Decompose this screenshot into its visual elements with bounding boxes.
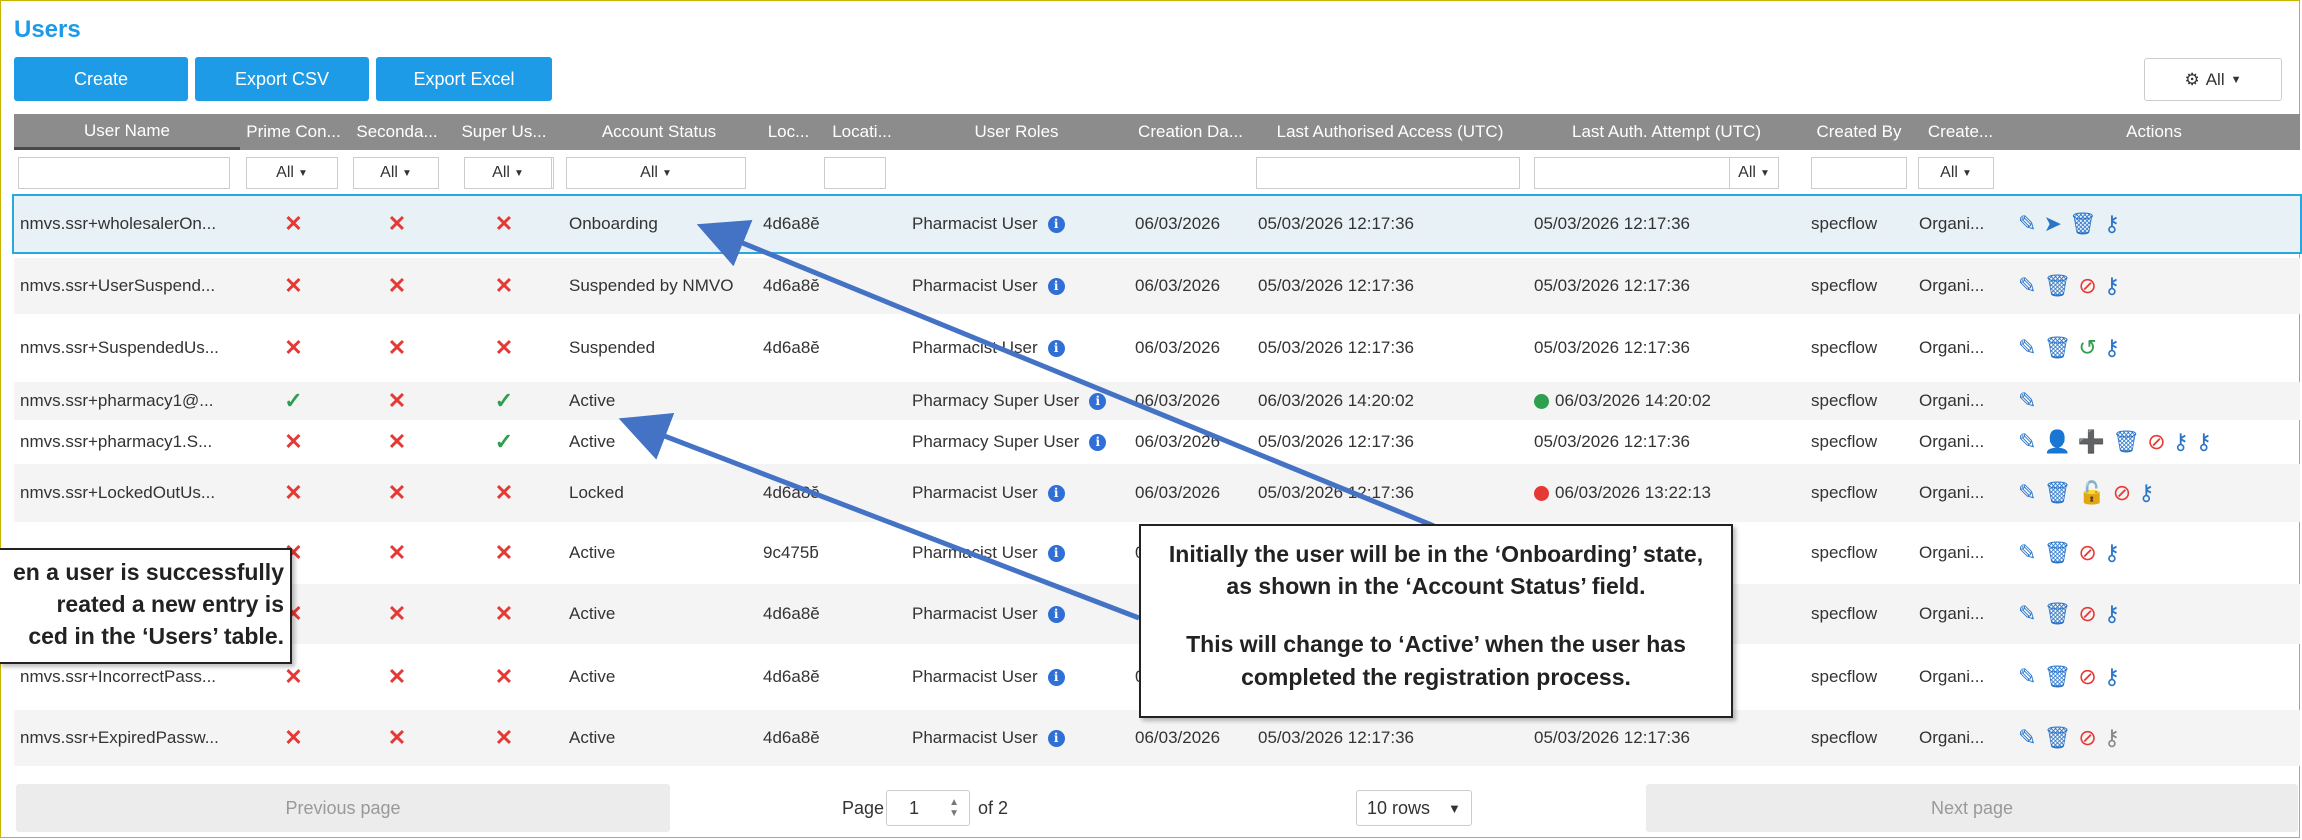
callout-left-line-1: en a user is successfully xyxy=(12,559,284,585)
callout-account-status: Initially the user will be in the ‘Onboa… xyxy=(1139,524,1733,718)
arrow-to-onboarding xyxy=(696,220,1435,529)
callout-right-paragraph-2: This will change to ‘Active’ when the us… xyxy=(1186,631,1686,690)
callout-right-paragraph-1: Initially the user will be in the ‘Onboa… xyxy=(1168,541,1704,600)
callout-left-line-3: ced in the ‘Users’ table. xyxy=(28,623,284,650)
callout-left-line-2: reated a new entry is xyxy=(56,591,284,618)
callout-new-entry: en a user is successfully reated a new e… xyxy=(0,548,292,664)
arrow-to-active xyxy=(618,412,1140,621)
